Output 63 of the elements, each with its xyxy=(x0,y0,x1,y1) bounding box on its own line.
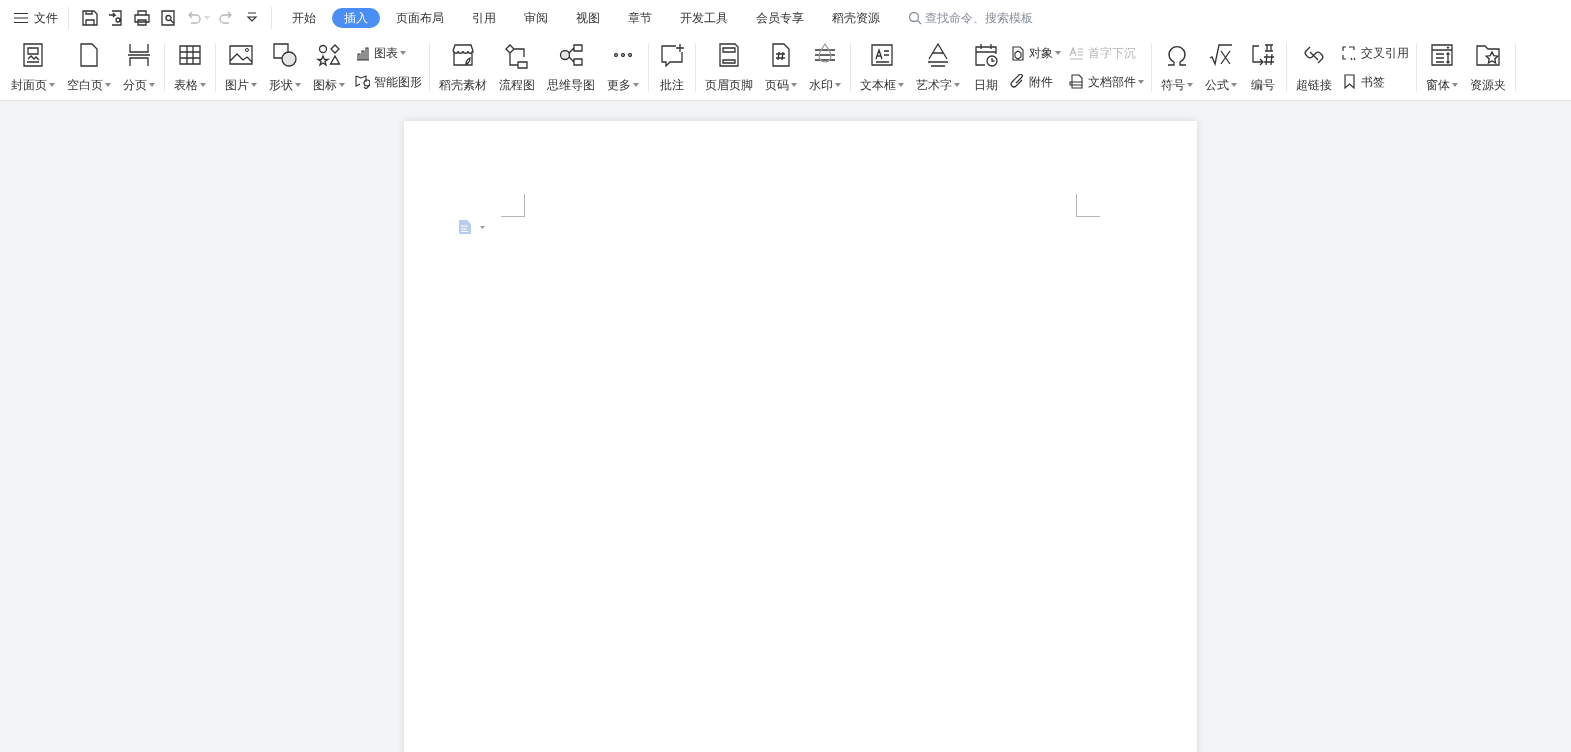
ribbon-button[interactable]: 流程图 xyxy=(494,39,540,96)
ribbon-button[interactable]: 图标 xyxy=(308,39,350,96)
ribbon-tab[interactable]: 开发工具 xyxy=(668,7,740,28)
menu-icon xyxy=(14,11,28,24)
calendar-icon xyxy=(972,41,1000,69)
ribbon-button[interactable]: 封面页 xyxy=(6,39,60,96)
ribbon-button[interactable]: 更多 xyxy=(602,39,644,96)
cross-reference-icon xyxy=(1342,45,1357,61)
ribbon-button[interactable]: 分页 xyxy=(118,39,160,96)
ribbon-button[interactable]: 图片 xyxy=(220,39,262,96)
ribbon-button[interactable]: 思维导图 xyxy=(542,39,600,96)
ribbon-tab[interactable]: 审阅 xyxy=(512,7,560,28)
store-icon xyxy=(449,41,477,69)
comment-icon xyxy=(658,41,686,69)
ribbon-button[interactable]: 形状 xyxy=(264,39,306,96)
dropdown-arrow-icon xyxy=(204,15,210,20)
ribbon-button[interactable]: 艺术字 xyxy=(911,39,965,96)
drop-cap-icon xyxy=(1069,45,1084,61)
ribbon-button[interactable]: 符号 xyxy=(1156,39,1198,96)
ribbon-tab[interactable]: 引用 xyxy=(460,7,508,28)
ribbon-button[interactable]: 对象 xyxy=(1010,44,1061,63)
ribbon-button[interactable]: 图表 xyxy=(355,44,422,63)
chart-icon xyxy=(355,45,370,61)
document-parts-icon xyxy=(1069,74,1084,90)
ribbon-tab[interactable]: 页面布局 xyxy=(384,7,456,28)
text-box-icon xyxy=(868,41,896,69)
ribbon-tab[interactable]: 开始 xyxy=(280,7,328,28)
file-menu[interactable]: 文件 xyxy=(14,8,68,27)
ribbon-button[interactable]: 稻壳素材 xyxy=(434,39,492,96)
search-icon xyxy=(908,10,922,25)
page-break-icon xyxy=(125,41,153,69)
ribbon-button[interactable]: 文本框 xyxy=(855,39,909,96)
ribbon-button[interactable]: 资源夹 xyxy=(1465,39,1511,96)
margin-corner-mark xyxy=(1076,194,1100,217)
ribbon-button[interactable]: 智能图形 xyxy=(355,72,422,91)
ribbon-button[interactable]: 编号 xyxy=(1244,39,1282,96)
smart-graphic-icon xyxy=(355,74,370,90)
ribbon-button[interactable]: 窗体 xyxy=(1421,39,1463,96)
ribbon-button[interactable]: 页眉页脚 xyxy=(700,39,758,96)
ribbon-button[interactable]: 公式 xyxy=(1200,39,1242,96)
ribbon-tab[interactable]: 章节 xyxy=(616,7,664,28)
ribbon-button[interactable]: 超链接 xyxy=(1291,39,1337,96)
ribbon-button[interactable]: 空白页 xyxy=(62,39,116,96)
ribbon-button[interactable]: 附件 xyxy=(1010,72,1061,91)
shapes-icon xyxy=(271,41,299,69)
object-icon xyxy=(1010,45,1025,61)
ribbon-button[interactable]: 文档部件 xyxy=(1069,72,1144,91)
margin-corner-mark xyxy=(501,194,525,217)
more-icon xyxy=(614,53,632,57)
bookmark-icon xyxy=(1342,74,1357,90)
ribbon-button[interactable]: 日期 xyxy=(967,39,1005,96)
form-icon xyxy=(1428,41,1456,69)
ribbon-button[interactable]: 页码 xyxy=(760,39,802,96)
ribbon-button[interactable]: 表格 xyxy=(169,39,211,96)
ribbon-button[interactable]: 水印 xyxy=(804,39,846,96)
ribbon-button[interactable]: 书签 xyxy=(1342,72,1409,91)
ribbon-tab[interactable]: 会员专享 xyxy=(744,7,816,28)
ribbon-tab[interactable]: 视图 xyxy=(564,7,612,28)
ribbon-button[interactable]: 交叉引用 xyxy=(1342,44,1409,63)
ribbon-tab[interactable]: 稻壳资源 xyxy=(820,7,892,28)
ribbon-button[interactable]: 批注 xyxy=(653,39,691,96)
paperclip-icon xyxy=(1010,74,1025,90)
mind-map-icon xyxy=(557,41,585,69)
